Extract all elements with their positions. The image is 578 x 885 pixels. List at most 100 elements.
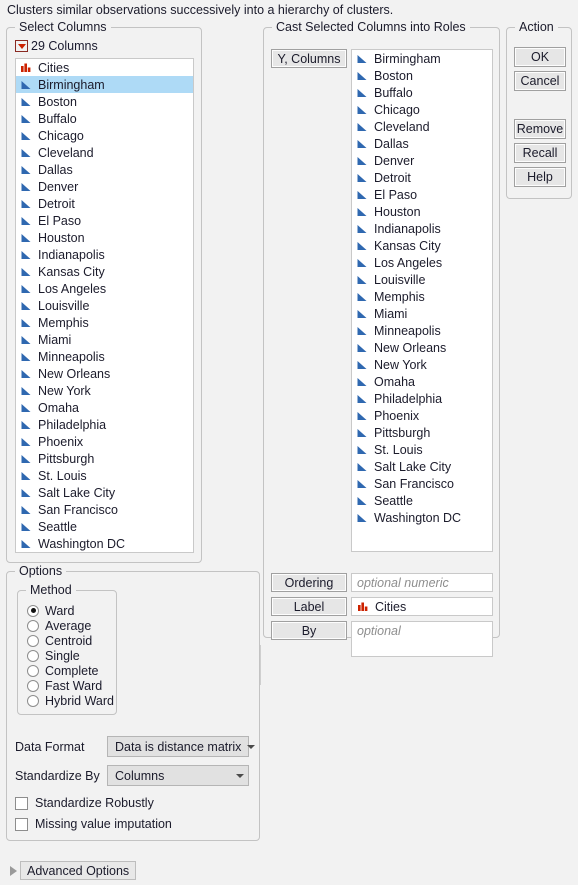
y-column-item[interactable]: Pittsburgh bbox=[352, 424, 492, 441]
select-column-item[interactable]: Minneapolis bbox=[16, 348, 193, 365]
ordering-button[interactable]: Ordering bbox=[271, 573, 347, 592]
y-column-item[interactable]: New Orleans bbox=[352, 339, 492, 356]
advanced-options-row[interactable]: Advanced Options bbox=[10, 861, 137, 880]
y-column-item[interactable]: San Francisco bbox=[352, 475, 492, 492]
y-column-item[interactable]: Philadelphia bbox=[352, 390, 492, 407]
y-column-item[interactable]: Houston bbox=[352, 203, 492, 220]
standardize-by-label: Standardize By bbox=[15, 768, 100, 783]
radio-indicator[interactable] bbox=[27, 679, 39, 692]
standardize-robustly-checkbox-row[interactable]: Standardize Robustly bbox=[15, 796, 154, 810]
y-column-item[interactable]: Salt Lake City bbox=[352, 458, 492, 475]
data-format-select[interactable]: Data is distance matrix bbox=[107, 736, 256, 757]
select-column-item[interactable]: El Paso bbox=[16, 212, 193, 229]
y-column-item[interactable]: Memphis bbox=[352, 288, 492, 305]
remove-button[interactable]: Remove bbox=[514, 119, 566, 139]
select-column-item[interactable]: Salt Lake City bbox=[16, 484, 193, 501]
select-column-item[interactable]: Boston bbox=[16, 93, 193, 110]
select-column-item[interactable]: Washington DC bbox=[16, 535, 193, 552]
select-column-item[interactable]: St. Louis bbox=[16, 467, 193, 484]
ordering-field[interactable]: optional numeric bbox=[351, 573, 493, 592]
y-column-item[interactable]: Cleveland bbox=[352, 118, 492, 135]
radio-indicator[interactable] bbox=[27, 604, 39, 617]
select-column-item[interactable]: Philadelphia bbox=[16, 416, 193, 433]
select-column-item[interactable]: Chicago bbox=[16, 127, 193, 144]
select-column-item[interactable]: San Francisco bbox=[16, 501, 193, 518]
y-column-item[interactable]: Kansas City bbox=[352, 237, 492, 254]
select-column-item[interactable]: Memphis bbox=[16, 314, 193, 331]
select-column-item[interactable]: Louisville bbox=[16, 297, 193, 314]
select-columns-list[interactable]: Cities Birmingham Boston Buffalo Chicago Clev… bbox=[15, 58, 194, 553]
missing-value-imputation-checkbox-row[interactable]: Missing value imputation bbox=[15, 817, 172, 831]
y-column-item[interactable]: New York bbox=[352, 356, 492, 373]
radio-indicator[interactable] bbox=[27, 694, 39, 707]
y-column-item[interactable]: Boston bbox=[352, 67, 492, 84]
method-radio-fast-ward[interactable]: Fast Ward bbox=[27, 678, 114, 693]
select-column-label: Houston bbox=[38, 230, 85, 245]
select-column-item[interactable]: Phoenix bbox=[16, 433, 193, 450]
method-radio-group[interactable]: Ward Average Centroid Single Complete Fast Wa… bbox=[27, 603, 114, 708]
method-radio-complete[interactable]: Complete bbox=[27, 663, 114, 678]
y-column-item[interactable]: Omaha bbox=[352, 373, 492, 390]
select-column-item[interactable]: Seattle bbox=[16, 518, 193, 535]
method-radio-centroid[interactable]: Centroid bbox=[27, 633, 114, 648]
y-column-item[interactable]: El Paso bbox=[352, 186, 492, 203]
select-column-item[interactable]: Kansas City bbox=[16, 263, 193, 280]
label-field[interactable]: Cities bbox=[351, 597, 493, 616]
y-column-item[interactable]: Phoenix bbox=[352, 407, 492, 424]
select-column-item[interactable]: Los Angeles bbox=[16, 280, 193, 297]
method-radio-single[interactable]: Single bbox=[27, 648, 114, 663]
column-count-row[interactable]: 29 Columns bbox=[15, 39, 98, 53]
y-column-item[interactable]: Dallas bbox=[352, 135, 492, 152]
select-column-item[interactable]: Pittsburgh bbox=[16, 450, 193, 467]
ok-button[interactable]: OK bbox=[514, 47, 566, 67]
label-button[interactable]: Label bbox=[271, 597, 347, 616]
select-column-item[interactable]: Cities bbox=[16, 59, 193, 76]
help-button[interactable]: Help bbox=[514, 167, 566, 187]
y-column-item[interactable]: Chicago bbox=[352, 101, 492, 118]
disclosure-triangle-icon[interactable] bbox=[10, 865, 17, 876]
radio-indicator[interactable] bbox=[27, 634, 39, 647]
method-radio-average[interactable]: Average bbox=[27, 618, 114, 633]
standardize-by-select[interactable]: Columns bbox=[107, 765, 249, 786]
radio-indicator[interactable] bbox=[27, 664, 39, 677]
standardize-robustly-checkbox[interactable] bbox=[15, 796, 28, 810]
y-column-item[interactable]: Los Angeles bbox=[352, 254, 492, 271]
y-column-item[interactable]: Seattle bbox=[352, 492, 492, 509]
select-column-item[interactable]: Dallas bbox=[16, 161, 193, 178]
select-column-item[interactable]: Omaha bbox=[16, 399, 193, 416]
y-columns-button[interactable]: Y, Columns bbox=[271, 49, 347, 68]
select-column-item[interactable]: Buffalo bbox=[16, 110, 193, 127]
recall-button[interactable]: Recall bbox=[514, 143, 566, 163]
y-column-item[interactable]: Buffalo bbox=[352, 84, 492, 101]
y-column-item[interactable]: Indianapolis bbox=[352, 220, 492, 237]
select-column-item[interactable]: New Orleans bbox=[16, 365, 193, 382]
y-column-item[interactable]: Louisville bbox=[352, 271, 492, 288]
select-column-item[interactable]: Birmingham bbox=[16, 76, 193, 93]
select-column-item[interactable]: Miami bbox=[16, 331, 193, 348]
y-column-item[interactable]: Birmingham bbox=[352, 50, 492, 67]
y-column-item[interactable]: Minneapolis bbox=[352, 322, 492, 339]
advanced-options-button[interactable]: Advanced Options bbox=[20, 861, 137, 880]
y-column-item[interactable]: Washington DC bbox=[352, 509, 492, 526]
select-column-item[interactable]: Denver bbox=[16, 178, 193, 195]
radio-indicator[interactable] bbox=[27, 649, 39, 662]
y-column-item[interactable]: Detroit bbox=[352, 169, 492, 186]
select-column-item[interactable]: New York bbox=[16, 382, 193, 399]
by-field[interactable]: optional bbox=[351, 621, 493, 657]
y-column-item[interactable]: St. Louis bbox=[352, 441, 492, 458]
radio-indicator[interactable] bbox=[27, 619, 39, 632]
red-triangle-icon[interactable] bbox=[15, 40, 28, 52]
by-button[interactable]: By bbox=[271, 621, 347, 640]
y-column-item[interactable]: Denver bbox=[352, 152, 492, 169]
select-column-item[interactable]: Indianapolis bbox=[16, 246, 193, 263]
select-column-item[interactable]: Cleveland bbox=[16, 144, 193, 161]
y-columns-list[interactable]: Birmingham Boston Buffalo Chicago Cleveland D… bbox=[351, 49, 493, 552]
method-radio-ward[interactable]: Ward bbox=[27, 603, 114, 618]
cancel-button[interactable]: Cancel bbox=[514, 71, 566, 91]
select-column-item[interactable]: Detroit bbox=[16, 195, 193, 212]
y-column-item[interactable]: Miami bbox=[352, 305, 492, 322]
y-column-label: Omaha bbox=[374, 374, 415, 389]
method-radio-hybrid-ward[interactable]: Hybrid Ward bbox=[27, 693, 114, 708]
missing-value-imputation-checkbox[interactable] bbox=[15, 817, 28, 831]
select-column-item[interactable]: Houston bbox=[16, 229, 193, 246]
